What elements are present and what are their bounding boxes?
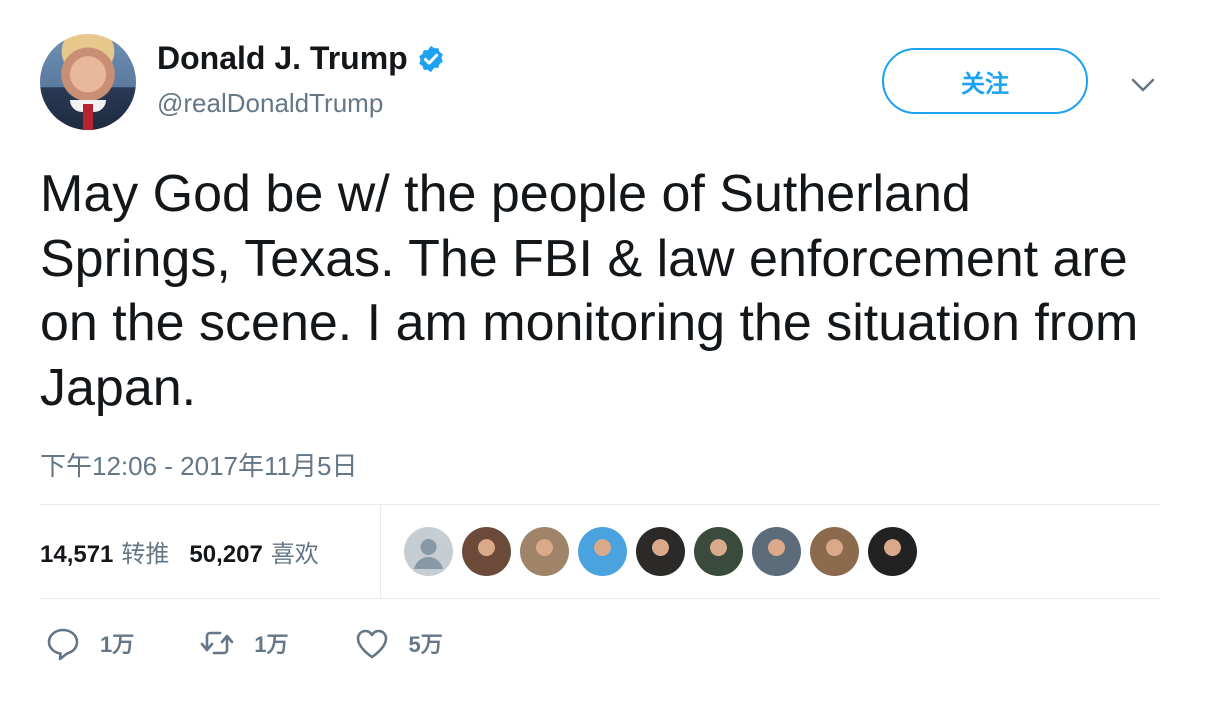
- retweet-count: 1万: [254, 632, 289, 657]
- liker-avatar[interactable]: [810, 527, 859, 576]
- display-name[interactable]: Donald J. Trump: [157, 40, 408, 77]
- likes-label[interactable]: 喜欢: [271, 534, 319, 569]
- liker-avatar[interactable]: [462, 527, 511, 576]
- chevron-down-icon[interactable]: [1128, 70, 1158, 100]
- tweet-timestamp[interactable]: 下午12:06 - 2017年11月5日: [40, 446, 357, 483]
- like-action[interactable]: 5万: [353, 624, 443, 662]
- reply-count: 1万: [100, 632, 135, 657]
- reply-icon[interactable]: [44, 624, 82, 662]
- tweet-stats: 14,571 转推 50,207 喜欢: [40, 534, 339, 569]
- liker-avatar[interactable]: [694, 527, 743, 576]
- default-avatar-icon[interactable]: [404, 527, 453, 576]
- user-handle[interactable]: @realDonaldTrump: [157, 88, 383, 119]
- liker-avatar[interactable]: [752, 527, 801, 576]
- profile-avatar[interactable]: [40, 34, 136, 130]
- verified-badge-icon: [418, 45, 443, 72]
- name-row: Donald J. Trump: [157, 40, 446, 77]
- reply-action[interactable]: 1万: [44, 624, 134, 662]
- liker-avatar[interactable]: [520, 527, 569, 576]
- liker-avatars: [404, 527, 917, 576]
- like-count: 5万: [408, 632, 443, 657]
- retweets-label[interactable]: 转推: [121, 534, 169, 569]
- follow-button[interactable]: 关注: [882, 48, 1088, 114]
- retweets-count[interactable]: 14,571: [40, 541, 113, 569]
- liker-avatar[interactable]: [868, 527, 917, 576]
- divider-bottom: [40, 598, 1160, 599]
- avatar-tie: [83, 104, 93, 130]
- tweet-actions: 1万 1万 5万: [44, 624, 507, 662]
- tweet-text: May God be w/ the people of Sutherland S…: [40, 165, 1139, 417]
- heart-icon[interactable]: [353, 624, 391, 662]
- retweet-icon[interactable]: [198, 624, 236, 662]
- retweet-action[interactable]: 1万: [198, 624, 289, 662]
- stats-separator: [380, 505, 381, 598]
- liker-avatar[interactable]: [578, 527, 627, 576]
- divider-top: [40, 504, 1160, 505]
- likes-count[interactable]: 50,207: [189, 541, 262, 569]
- liker-avatar[interactable]: [636, 527, 685, 576]
